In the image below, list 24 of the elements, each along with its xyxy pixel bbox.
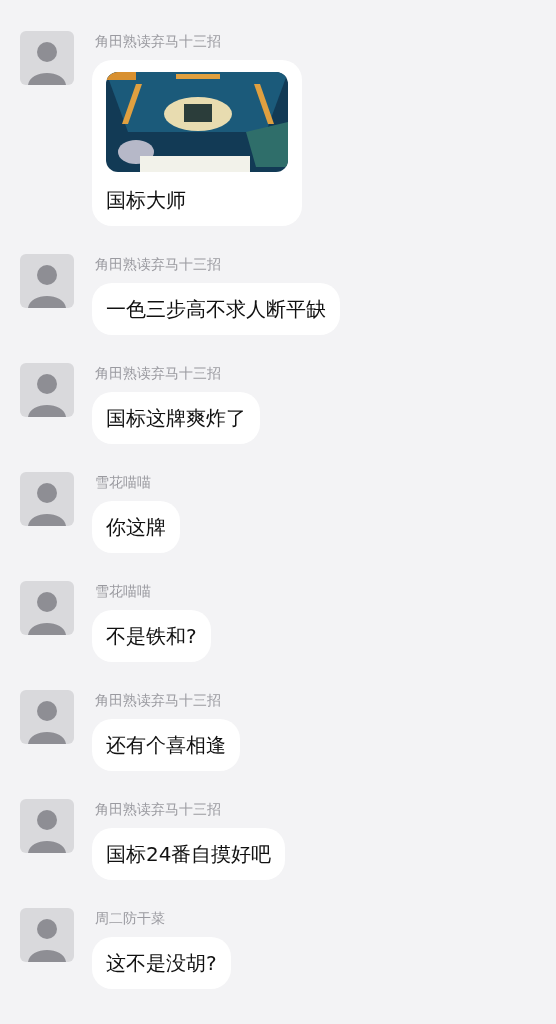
sender-name: 角田熟读弃马十三招	[95, 364, 221, 383]
sender-name: 周二防干菜	[95, 909, 165, 928]
sender-name: 角田熟读弃马十三招	[95, 32, 221, 51]
avatar[interactable]	[20, 254, 74, 308]
avatar[interactable]	[20, 581, 74, 635]
message-text: 这不是没胡?	[106, 950, 217, 977]
avatar[interactable]	[20, 799, 74, 853]
sender-name: 雪花喵喵	[95, 582, 151, 601]
sender-name: 雪花喵喵	[95, 473, 151, 492]
message-text: 一色三步高不求人断平缺	[106, 296, 326, 323]
message-text: 国标24番自摸好吧	[106, 841, 272, 868]
avatar[interactable]	[20, 908, 74, 962]
message-text: 不是铁和?	[106, 623, 197, 650]
message-text: 还有个喜相逢	[106, 732, 226, 759]
avatar[interactable]	[20, 690, 74, 744]
avatar[interactable]	[20, 363, 74, 417]
sender-name: 角田熟读弃马十三招	[95, 800, 221, 819]
message-text: 国标大师	[106, 187, 187, 214]
message-text: 你这牌	[106, 514, 166, 541]
avatar[interactable]	[20, 472, 74, 526]
sender-name: 角田熟读弃马十三招	[95, 691, 221, 710]
message-text: 国标这牌爽炸了	[106, 405, 246, 432]
sender-name: 角田熟读弃马十三招	[95, 255, 221, 274]
avatar[interactable]	[20, 31, 74, 85]
